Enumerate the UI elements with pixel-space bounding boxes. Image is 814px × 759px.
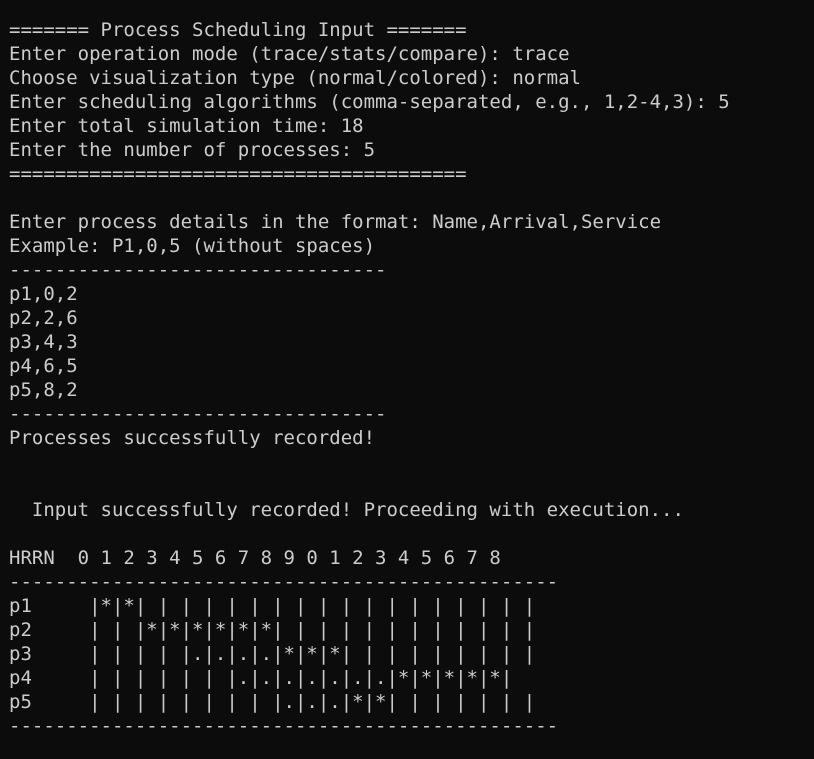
processes-recorded-message: Processes successfully recorded! [9, 427, 376, 449]
trace-header: HRRN 0 1 2 3 4 5 6 7 8 9 0 1 2 3 4 5 6 7… [9, 547, 501, 569]
operation-mode-prompt: Enter operation mode (trace/stats/compar… [9, 43, 570, 65]
execution-start-message: Input successfully recorded! Proceeding … [9, 499, 684, 521]
trace-row-p1: p1 |*|*| | | | | | | | | | | | | | | | |… [9, 595, 536, 617]
algorithms-prompt: Enter scheduling algorithms (comma-separ… [9, 91, 730, 113]
trace-divider-top: ----------------------------------------… [9, 571, 559, 593]
header-divider: ======================================== [9, 163, 467, 185]
trace-row-p3: p3 | | | | |.|.|.|.|*|*|*| | | | | | | |… [9, 643, 536, 665]
process-input-p3: p3,4,3 [9, 331, 78, 353]
visualization-type-prompt: Choose visualization type (normal/colore… [9, 67, 581, 89]
process-count-prompt: Enter the number of processes: 5 [9, 139, 376, 161]
simulation-time-prompt: Enter total simulation time: 18 [9, 115, 364, 137]
process-input-p4: p4,6,5 [9, 355, 78, 377]
process-input-p1: p1,0,2 [9, 283, 78, 305]
input-divider-top: --------------------------------- [9, 259, 387, 281]
trace-divider-bottom: ----------------------------------------… [9, 715, 559, 737]
input-divider-bottom: --------------------------------- [9, 403, 387, 425]
header-banner: ======= Process Scheduling Input ======= [9, 19, 467, 41]
process-format-instruction: Enter process details in the format: Nam… [9, 211, 662, 233]
process-input-p5: p5,8,2 [9, 379, 78, 401]
process-input-p2: p2,2,6 [9, 307, 78, 329]
trace-row-p5: p5 | | | | | | | | |.|.|.|*|*| | | | | |… [9, 691, 536, 713]
terminal-window[interactable]: ======= Process Scheduling Input =======… [0, 0, 814, 759]
trace-row-p4: p4 | | | | | | |.|.|.|.|.|.|.|*|*|*|*|*| [9, 667, 513, 689]
trace-row-p2: p2 | | |*|*|*|*|*|*| | | | | | | | | | |… [9, 619, 536, 641]
process-format-example: Example: P1,0,5 (without spaces) [9, 235, 376, 257]
